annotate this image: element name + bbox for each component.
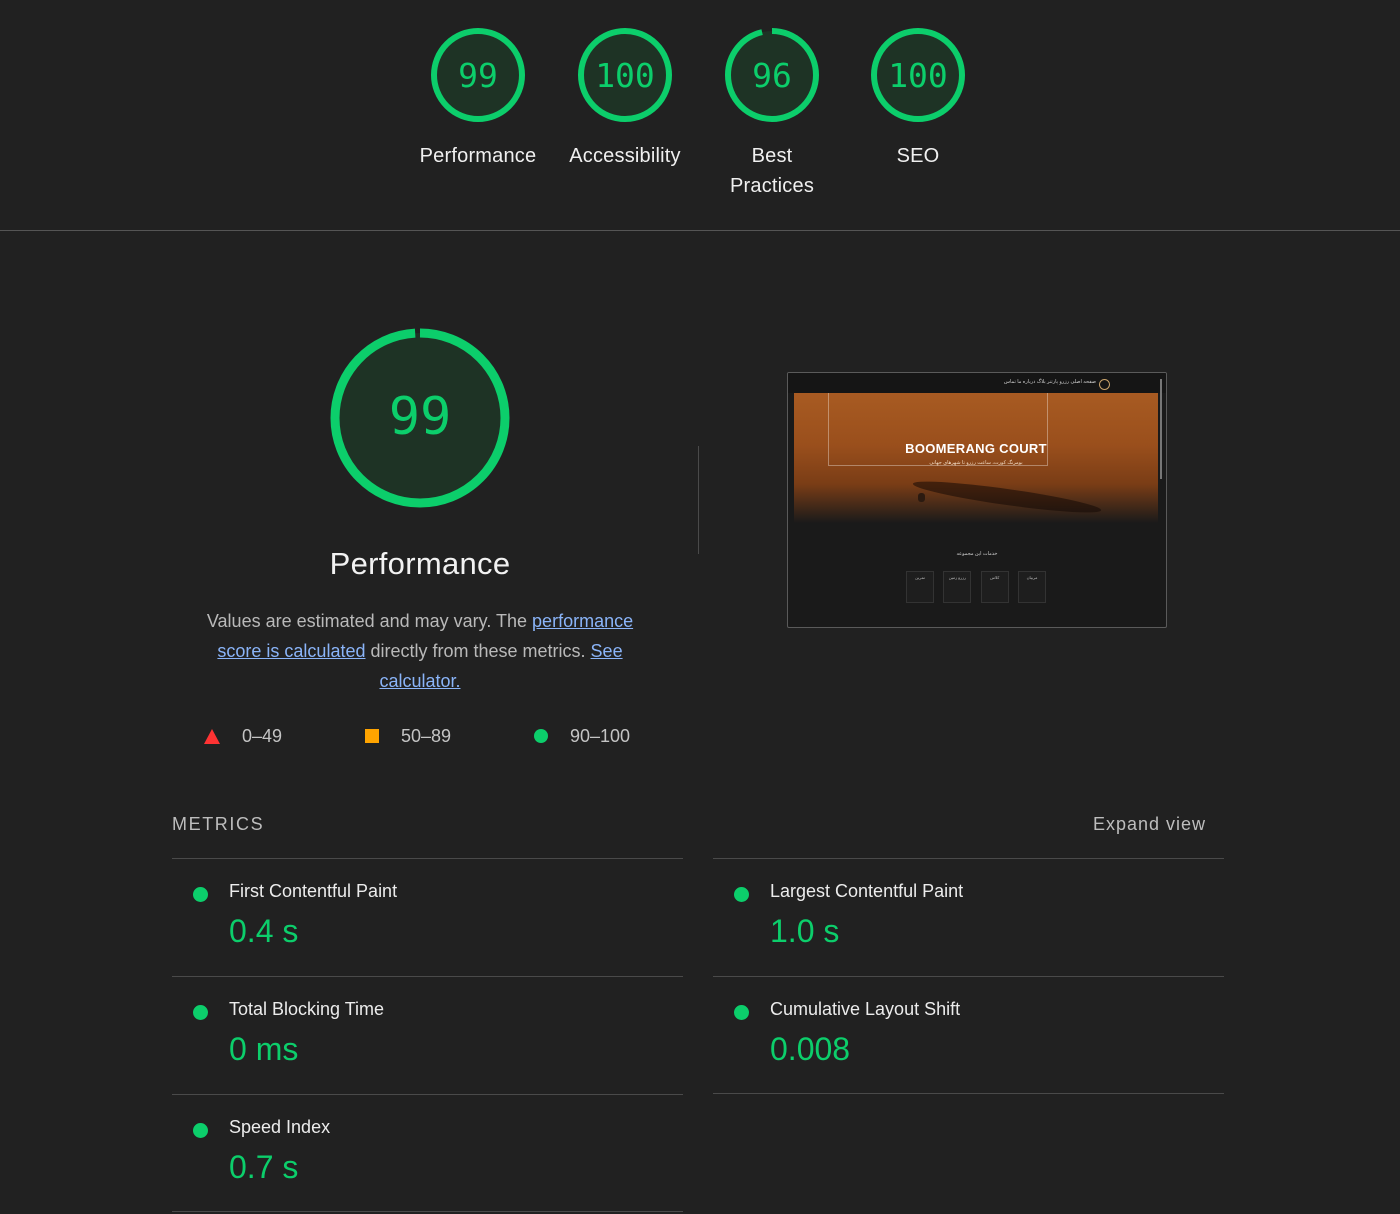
seo-gauge-icon: 100 [871, 28, 965, 122]
metrics-header: METRICS Expand view [172, 814, 1224, 840]
screenshot-nav: صفحه اصلی رزرو پارتنر بلاگ درباره ما تما… [788, 373, 1166, 393]
legend-fail-range: 0–49 [242, 725, 283, 746]
screenshot-card: مربیان [1017, 571, 1046, 603]
category-label: Accessibility [569, 145, 681, 167]
metric-speed-index: Speed Index 0.7 s [172, 1094, 683, 1212]
vertical-separator [698, 446, 699, 554]
metric-value: 0.008 [770, 1031, 851, 1067]
metric-value: 1.0 s [770, 913, 840, 949]
performance-title: Performance [329, 546, 511, 581]
category-performance[interactable]: 99 Performance [404, 26, 552, 171]
category-gauges: 99 Performance 100 Accessibility 96 Best… [404, 26, 992, 206]
metric-first-contentful-paint: First Contentful Paint 0.4 s [172, 858, 683, 976]
screenshot-title: BOOMERANG COURT [905, 441, 1047, 456]
metric-value: 0 ms [229, 1031, 299, 1067]
performance-big-gauge-icon: 99 [330, 328, 510, 508]
category-seo[interactable]: 100 SEO [844, 26, 992, 171]
screenshot-section-title: خدمات این مجموعه [956, 551, 998, 557]
legend-pass-range: 90–100 [570, 725, 631, 746]
pass-circle-icon [734, 887, 749, 902]
metric-name: Total Blocking Time [229, 999, 385, 1019]
legend-average: 50–89 [365, 722, 451, 750]
accessibility-score: 100 [595, 56, 655, 95]
metric-total-blocking-time: Total Blocking Time 0 ms [172, 976, 683, 1094]
circle-icon [534, 729, 548, 743]
screenshot-card: کلاس [980, 571, 1009, 603]
accessibility-gauge-icon: 100 [578, 28, 672, 122]
player-shadow [911, 475, 1103, 519]
legend-pass: 90–100 [534, 722, 630, 750]
metric-value: 0.7 s [229, 1149, 299, 1185]
pass-circle-icon [193, 1123, 208, 1138]
pass-circle-icon [193, 1005, 208, 1020]
screenshot-nav-text: صفحه اصلی رزرو پارتنر بلاگ درباره ما تما… [1003, 379, 1096, 385]
metric-largest-contentful-paint: Largest Contentful Paint 1.0 s [713, 858, 1224, 976]
pass-circle-icon [193, 887, 208, 902]
screenshot-logo-icon [1099, 379, 1110, 390]
screenshot-scrollbar [1160, 379, 1162, 479]
category-label: Best Practices [729, 145, 815, 197]
performance-big-score: 99 [389, 387, 452, 447]
score-legend: 0–49 50–89 90–100 [204, 722, 664, 750]
screenshot-cards: تمرین رزرو زمین کلاس مربیان [906, 571, 1046, 605]
screenshot-card: تمرین [906, 571, 934, 603]
screenshot-card: رزرو زمین [943, 571, 972, 603]
metric-name: First Contentful Paint [229, 881, 398, 901]
screenshot-hero: BOOMERANG COURT بومرنگ کورت، ساعت رزرو ت… [794, 393, 1158, 523]
metric-divider [713, 1093, 1224, 1094]
metric-name: Cumulative Layout Shift [770, 999, 961, 1019]
description-text: directly from these metrics. [365, 641, 591, 661]
category-label: Performance [419, 145, 537, 167]
header-divider [0, 230, 1400, 231]
best-practices-gauge-icon: 96 [725, 28, 819, 122]
metric-value: 0.4 s [229, 913, 299, 949]
square-icon [365, 729, 379, 743]
metric-divider [172, 1211, 683, 1212]
pass-circle-icon [734, 1005, 749, 1020]
description-text: Values are estimated and may vary. The [206, 611, 533, 631]
player-figure [918, 493, 925, 502]
final-screenshot[interactable]: صفحه اصلی رزرو پارتنر بلاگ درباره ما تما… [787, 372, 1167, 628]
category-label: SEO [896, 145, 940, 167]
legend-average-range: 50–89 [401, 725, 452, 746]
legend-fail: 0–49 [204, 722, 282, 750]
metric-name: Largest Contentful Paint [770, 881, 964, 901]
triangle-icon [204, 728, 220, 744]
screenshot-subtitle: بومرنگ کورت، ساعت رزرو تا شهرهای جهانی [929, 460, 1023, 466]
best-practices-score: 96 [752, 56, 792, 95]
performance-description: Values are estimated and may vary. The p… [186, 606, 654, 696]
category-best-practices[interactable]: 96 Best Practices [698, 26, 846, 201]
performance-gauge-icon: 99 [431, 28, 525, 122]
category-accessibility[interactable]: 100 Accessibility [551, 26, 699, 171]
seo-score: 100 [888, 56, 948, 95]
performance-score: 99 [458, 56, 498, 95]
expand-view-button[interactable]: Expand view [1093, 814, 1206, 835]
metrics-title: METRICS [172, 814, 265, 834]
metric-name: Speed Index [229, 1117, 331, 1137]
metric-cumulative-layout-shift: Cumulative Layout Shift 0.008 [713, 976, 1224, 1094]
